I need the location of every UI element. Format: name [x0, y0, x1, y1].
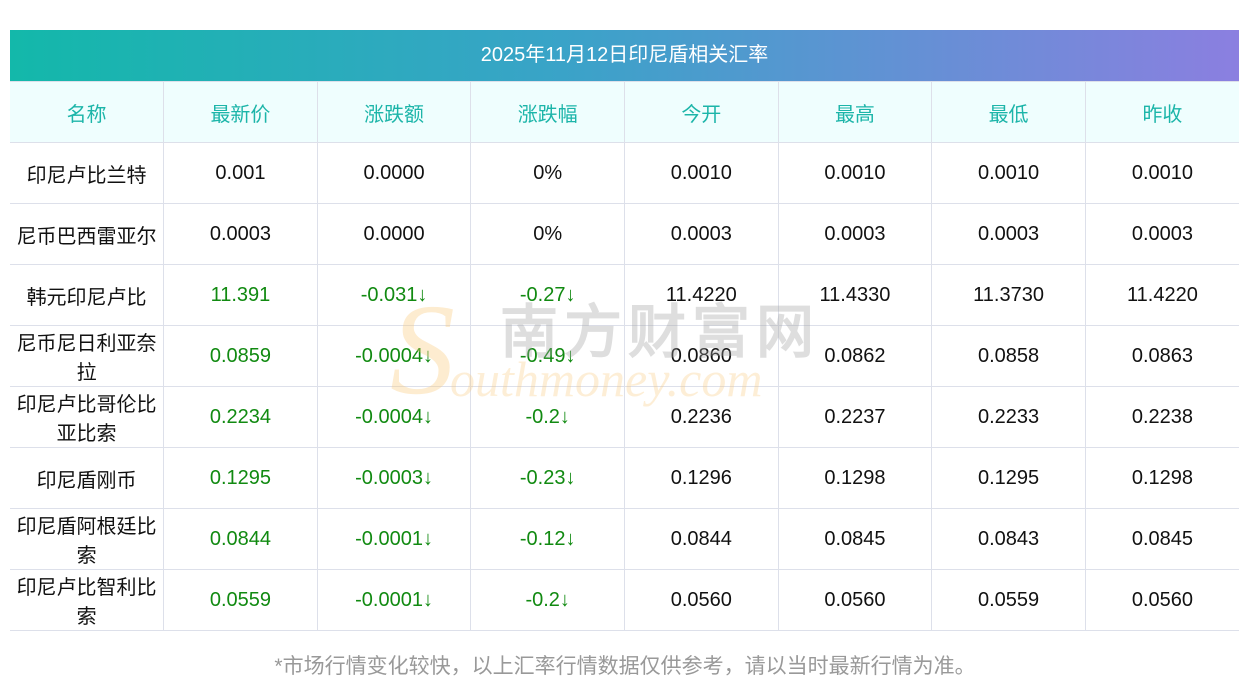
header-row: 名称 最新价 涨跌额 涨跌幅 今开 最高 最低 昨收 — [10, 81, 1239, 143]
cell-open: 0.2236 — [624, 386, 779, 448]
cell-change: 0.0000 — [316, 203, 472, 265]
col-high: 最高 — [777, 81, 933, 143]
cell-pct: -0.27↓ — [470, 264, 625, 326]
cell-prev: 0.0003 — [1084, 203, 1239, 265]
cell-change: 0.0000 — [316, 142, 472, 204]
cell-low: 0.0858 — [931, 325, 1086, 387]
cell-latest: 0.1295 — [163, 447, 318, 509]
table-row: 尼币尼日利亚奈拉 0.0859 -0.0004↓ -0.49↓ 0.0860 0.0862… — [10, 325, 1239, 387]
table-row: 韩元印尼卢比 11.391 -0.031↓ -0.27↓ 11.4220 11.4330 1… — [10, 264, 1239, 326]
cell-prev: 11.4220 — [1084, 264, 1239, 326]
cell-pct: -0.23↓ — [470, 447, 625, 509]
col-change: 涨跌额 — [316, 81, 472, 143]
cell-change: -0.0001↓ — [316, 569, 472, 631]
cell-high: 0.0010 — [777, 142, 933, 204]
cell-high: 0.2237 — [777, 386, 933, 448]
cell-latest: 0.0003 — [163, 203, 318, 265]
table-row: 印尼卢比哥伦比亚比索 0.2234 -0.0004↓ -0.2↓ 0.2236 0.223… — [10, 386, 1239, 448]
cell-latest: 0.0859 — [163, 325, 318, 387]
cell-change: -0.0003↓ — [316, 447, 472, 509]
cell-change: -0.031↓ — [316, 264, 472, 326]
cell-open: 0.0844 — [624, 508, 779, 570]
cell-latest: 0.2234 — [163, 386, 318, 448]
col-pct: 涨跌幅 — [470, 81, 625, 143]
cell-pct: -0.2↓ — [470, 569, 625, 631]
cell-open: 11.4220 — [624, 264, 779, 326]
exchange-rate-table: 名称 最新价 涨跌额 涨跌幅 今开 最高 最低 昨收 印尼卢比兰特 0.001 0.… — [10, 81, 1239, 631]
cell-open: 0.1296 — [624, 447, 779, 509]
cell-name: 韩元印尼卢比 — [10, 264, 165, 326]
cell-latest: 11.391 — [163, 264, 318, 326]
cell-latest: 0.001 — [163, 142, 318, 204]
disclaimer: *市场行情变化较快，以上汇率行情数据仅供参考，请以当时最新行情为准。 — [274, 655, 976, 678]
col-prev: 昨收 — [1084, 81, 1239, 143]
cell-change: -0.0001↓ — [316, 508, 472, 570]
cell-low: 0.0843 — [931, 508, 1086, 570]
table-row: 印尼盾刚币 0.1295 -0.0003↓ -0.23↓ 0.1296 0.1298 0.1… — [10, 447, 1239, 509]
cell-pct: -0.12↓ — [470, 508, 625, 570]
cell-open: 0.0560 — [624, 569, 779, 631]
cell-pct: -0.49↓ — [470, 325, 625, 387]
cell-change: -0.0004↓ — [316, 325, 472, 387]
cell-high: 0.0845 — [777, 508, 933, 570]
cell-name: 印尼卢比哥伦比亚比索 — [10, 386, 165, 448]
cell-open: 0.0860 — [624, 325, 779, 387]
table-row: 印尼盾阿根廷比索 0.0844 -0.0001↓ -0.12↓ 0.0844 0.0845… — [10, 508, 1239, 570]
cell-low: 0.0003 — [931, 203, 1086, 265]
cell-name: 印尼盾刚币 — [10, 447, 165, 509]
cell-prev: 0.0845 — [1084, 508, 1239, 570]
table-title: 2025年11月12日印尼盾相关汇率 — [10, 30, 1239, 81]
cell-low: 0.0010 — [931, 142, 1086, 204]
cell-low: 0.1295 — [931, 447, 1086, 509]
cell-pct: 0% — [470, 142, 625, 204]
cell-prev: 0.0010 — [1084, 142, 1239, 204]
cell-high: 0.0003 — [777, 203, 933, 265]
table-row: 印尼卢比兰特 0.001 0.0000 0% 0.0010 0.0010 0.0010 0.0… — [10, 142, 1239, 204]
col-low: 最低 — [931, 81, 1086, 143]
cell-prev: 0.2238 — [1084, 386, 1239, 448]
col-name: 名称 — [10, 81, 165, 143]
cell-name: 印尼卢比智利比索 — [10, 569, 165, 631]
cell-low: 0.2233 — [931, 386, 1086, 448]
cell-open: 0.0010 — [624, 142, 779, 204]
cell-high: 0.1298 — [777, 447, 933, 509]
table-row: 尼币巴西雷亚尔 0.0003 0.0000 0% 0.0003 0.0003 0.0003 0… — [10, 203, 1239, 265]
cell-prev: 0.0560 — [1084, 569, 1239, 631]
cell-high: 0.0560 — [777, 569, 933, 631]
cell-open: 0.0003 — [624, 203, 779, 265]
col-open: 今开 — [624, 81, 779, 143]
cell-name: 尼币尼日利亚奈拉 — [10, 325, 165, 387]
cell-prev: 0.1298 — [1084, 447, 1239, 509]
cell-change: -0.0004↓ — [316, 386, 472, 448]
cell-high: 0.0862 — [777, 325, 933, 387]
cell-latest: 0.0844 — [163, 508, 318, 570]
cell-high: 11.4330 — [777, 264, 933, 326]
cell-low: 0.0559 — [931, 569, 1086, 631]
cell-pct: 0% — [470, 203, 625, 265]
cell-latest: 0.0559 — [163, 569, 318, 631]
cell-low: 11.3730 — [931, 264, 1086, 326]
cell-prev: 0.0863 — [1084, 325, 1239, 387]
table-row: 印尼卢比智利比索 0.0559 -0.0001↓ -0.2↓ 0.0560 0.0560 0… — [10, 569, 1239, 631]
cell-name: 印尼盾阿根廷比索 — [10, 508, 165, 570]
cell-pct: -0.2↓ — [470, 386, 625, 448]
cell-name: 印尼卢比兰特 — [10, 142, 165, 204]
col-latest: 最新价 — [163, 81, 318, 143]
cell-name: 尼币巴西雷亚尔 — [10, 203, 165, 265]
